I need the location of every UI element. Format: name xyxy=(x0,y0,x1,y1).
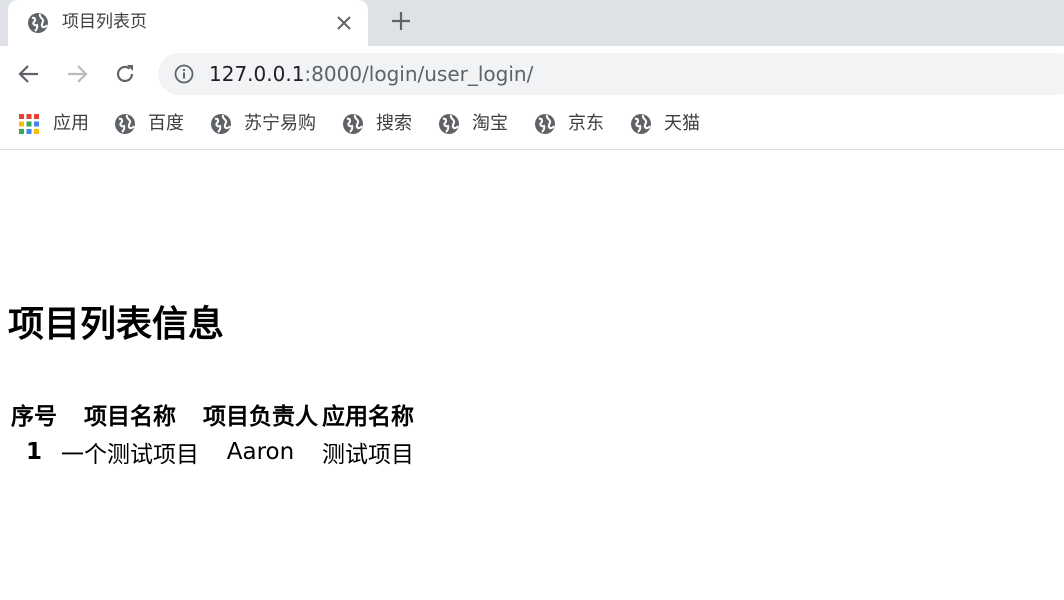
url-path: :8000/login/user_login/ xyxy=(304,62,534,86)
tab-strip: 项目列表页 xyxy=(0,0,1064,46)
close-tab-button[interactable] xyxy=(332,11,356,35)
cell-app-name: 测试项目 xyxy=(322,442,414,468)
url-text[interactable]: 127.0.0.1:8000/login/user_login/ xyxy=(209,62,533,86)
cell-project-name: 一个测试项目 xyxy=(61,442,199,468)
bookmark-suning[interactable]: 苏宁易购 xyxy=(210,111,316,137)
info-icon[interactable] xyxy=(174,64,194,84)
bookmark-label: 百度 xyxy=(148,113,184,134)
tab-title: 项目列表页 xyxy=(62,12,147,32)
arrow-left-icon xyxy=(18,65,38,83)
close-icon xyxy=(337,16,351,30)
globe-icon xyxy=(439,114,459,134)
arrow-right-icon xyxy=(68,65,88,83)
url-host: 127.0.0.1 xyxy=(209,62,305,86)
globe-icon xyxy=(115,114,135,134)
bookmark-label: 京东 xyxy=(568,113,604,134)
cell-owner: Aaron xyxy=(226,439,295,465)
reload-button[interactable] xyxy=(109,58,141,90)
bookmark-taobao[interactable]: 淘宝 xyxy=(438,111,508,137)
globe-icon xyxy=(343,114,363,134)
table-row: 1 一个测试项目 Aaron 测试项目 xyxy=(10,434,415,470)
column-header-app-name: 应用名称 xyxy=(322,404,414,430)
apps-grid-icon xyxy=(19,114,39,134)
bookmark-jd[interactable]: 京东 xyxy=(534,111,604,137)
column-header-project-name: 项目名称 xyxy=(84,404,176,430)
page-content: 项目列表信息 序号 项目名称 项目负责人 应用名称 1 一个测试项目 Aaron… xyxy=(0,150,1064,600)
plus-icon xyxy=(392,12,410,30)
address-bar[interactable]: 127.0.0.1:8000/login/user_login/ xyxy=(158,53,1064,95)
tab-active[interactable]: 项目列表页 xyxy=(8,0,368,46)
page-title: 项目列表信息 xyxy=(8,304,225,345)
bookmark-label: 淘宝 xyxy=(472,113,508,134)
browser-toolbar: 127.0.0.1:8000/login/user_login/ xyxy=(0,46,1064,102)
table-header-row: 序号 项目名称 项目负责人 应用名称 xyxy=(10,396,415,432)
reload-icon xyxy=(116,65,134,83)
globe-icon xyxy=(631,114,651,134)
bookmark-label: 搜索 xyxy=(376,113,412,134)
bookmark-baidu[interactable]: 百度 xyxy=(114,111,184,137)
bookmark-label: 应用 xyxy=(53,113,89,134)
column-header-index: 序号 xyxy=(11,404,57,430)
globe-icon xyxy=(211,114,231,134)
new-tab-button[interactable] xyxy=(386,6,416,36)
bookmark-apps[interactable]: 应用 xyxy=(18,111,89,137)
bookmark-label: 天猫 xyxy=(664,113,700,134)
project-table: 序号 项目名称 项目负责人 应用名称 1 一个测试项目 Aaron 测试项目 xyxy=(8,394,417,472)
bookmark-search[interactable]: 搜索 xyxy=(342,111,412,137)
globe-icon xyxy=(28,13,48,33)
globe-icon xyxy=(535,114,555,134)
bookmark-label: 苏宁易购 xyxy=(244,113,316,134)
bookmarks-bar: 应用 百度 苏宁易购 搜索 淘宝 京东 天猫 xyxy=(0,102,1064,150)
forward-button[interactable] xyxy=(61,58,93,90)
bookmark-tmall[interactable]: 天猫 xyxy=(630,111,700,137)
cell-index: 1 xyxy=(25,439,42,465)
back-button[interactable] xyxy=(13,58,45,90)
column-header-owner: 项目负责人 xyxy=(203,404,318,430)
